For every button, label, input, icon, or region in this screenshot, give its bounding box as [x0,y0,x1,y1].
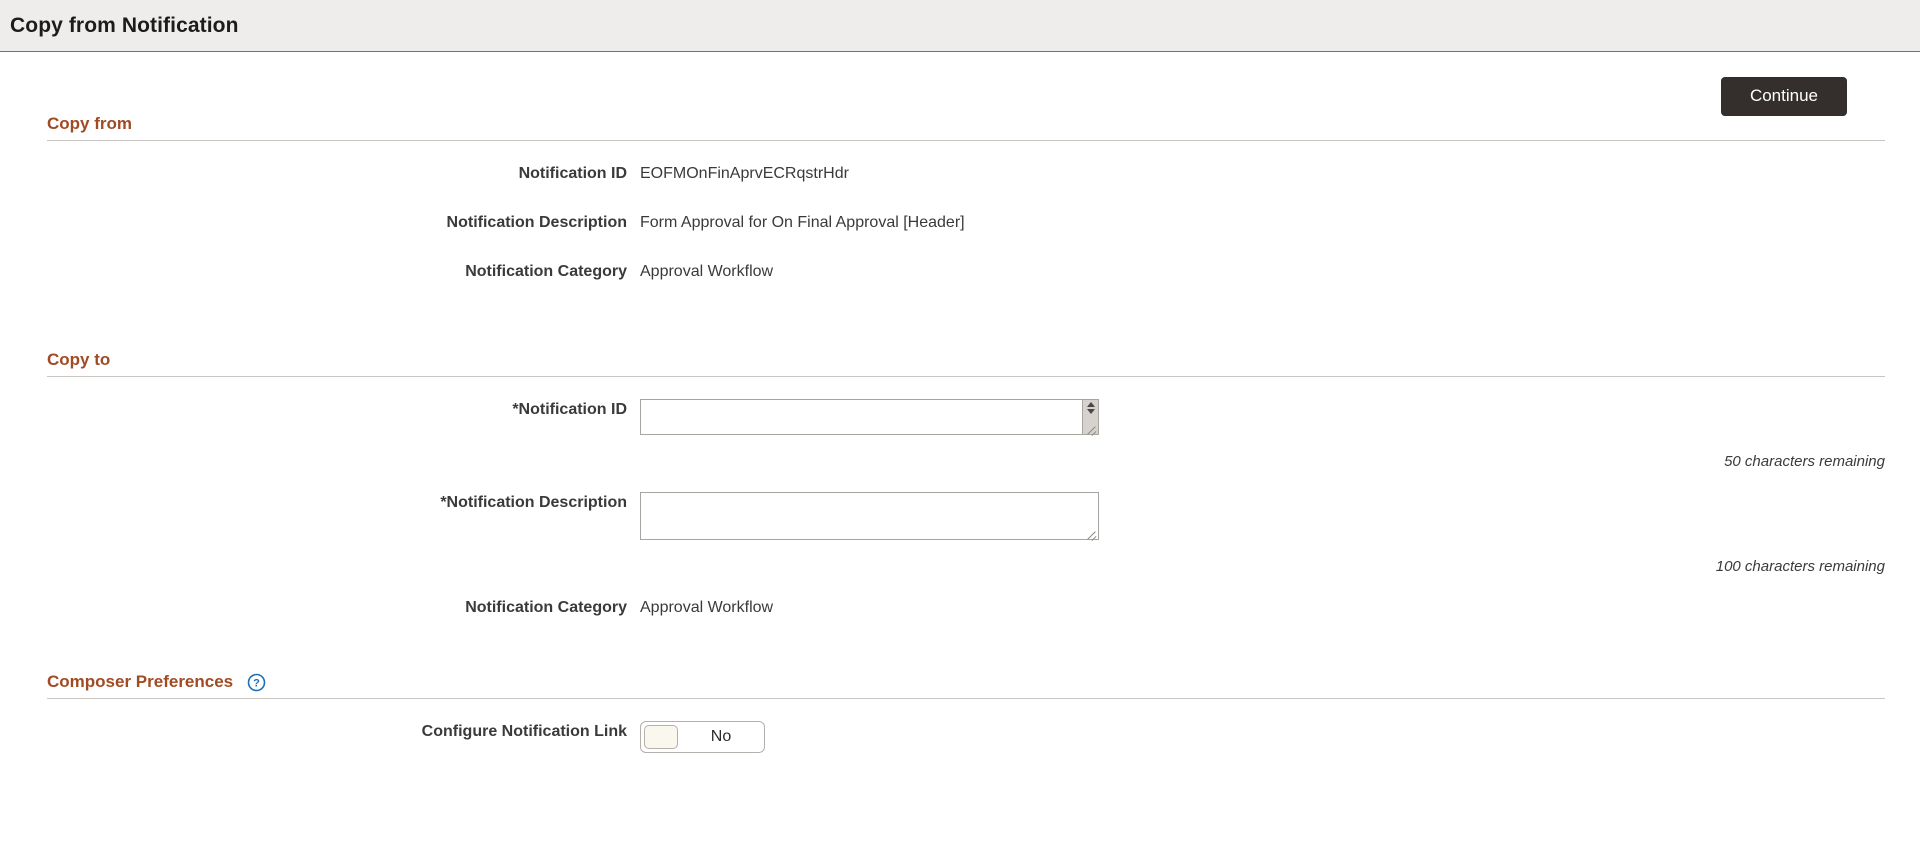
composer-preferences-header: Composer Preferences ? [47,672,1920,698]
notification-description-chars-remaining: 100 characters remaining [1715,558,1885,575]
copy-to-notification-description-label: *Notification Description [440,494,627,511]
notification-id-input-wrap [640,399,1099,435]
spinner-down-icon[interactable] [1086,409,1095,414]
configure-notification-link-label: Configure Notification Link [421,723,627,740]
copy-to-notification-id-control [640,399,1099,440]
notification-category-value: Approval Workflow [640,263,774,280]
notification-id-spinner[interactable] [1082,400,1098,434]
field-row-notification-id: Notification ID EOFMOnFinAprvECRqstrHdr [0,163,1920,185]
field-row-copy-to-notification-category: Notification Category Approval Workflow [0,597,1920,619]
copy-to-fields: *Notification ID 50 characters remaining… [0,399,1920,619]
field-row-configure-notification-link: Configure Notification Link No [0,721,1920,754]
copy-to-notification-description-control [640,492,1099,545]
copy-to-divider [47,376,1885,377]
notification-category-label: Notification Category [465,263,627,280]
section-spacer-2 [0,646,1920,672]
field-row-copy-to-notification-id: *Notification ID [0,399,1920,440]
help-circle-icon[interactable]: ? [247,673,266,692]
page-header: Copy from Notification [0,0,1920,52]
notification-id-input[interactable] [640,399,1099,435]
composer-preferences-divider [47,698,1885,699]
field-row-notification-description: Notification Description Form Approval f… [0,212,1920,234]
notification-description-value: Form Approval for On Final Approval [Hea… [640,214,965,231]
svg-text:?: ? [253,677,260,689]
copy-to-title: Copy to [47,350,111,369]
page-title: Copy from Notification [10,13,239,37]
toggle-state-label: No [710,728,732,745]
copy-from-fields: Notification ID EOFMOnFinAprvECRqstrHdr … [0,163,1920,283]
composer-preferences-group: Composer Preferences ? Configure Notific… [0,672,1920,754]
copy-from-group: Copy from Notification ID EOFMOnFinAprvE… [0,114,1920,283]
page-toolbar: Continue [1720,77,1847,116]
toggle-knob[interactable] [644,725,678,749]
section-spacer-1 [0,310,1920,350]
field-row-notification-category: Notification Category Approval Workflow [0,261,1920,283]
copy-to-notification-id-label: *Notification ID [512,401,627,418]
notification-id-value: EOFMOnFinAprvECRqstrHdr [640,165,849,182]
notification-description-input[interactable] [640,492,1099,540]
continue-button[interactable]: Continue [1720,77,1847,116]
configure-notification-link-control: No [640,721,765,754]
notification-id-chars-remaining: 50 characters remaining [1724,453,1885,470]
composer-preferences-fields: Configure Notification Link No [0,721,1920,754]
notification-description-input-wrap [640,492,1099,540]
field-row-copy-to-notification-description: *Notification Description [0,492,1920,545]
copy-from-title: Copy from [47,114,132,133]
notification-description-label: Notification Description [446,214,627,231]
copy-to-group: Copy to *Notification ID 50 characters r… [0,350,1920,619]
composer-preferences-title: Composer Preferences [47,672,234,691]
copy-from-header: Copy from [47,114,1920,140]
page-content: Continue Copy from Notification ID EOFMO… [0,52,1920,754]
copy-to-notification-category-value: Approval Workflow [640,599,774,616]
configure-notification-link-toggle[interactable]: No [640,721,765,753]
copy-to-notification-category-label: Notification Category [465,599,627,616]
copy-to-header: Copy to [47,350,1920,376]
notification-id-label: Notification ID [518,165,627,182]
spinner-up-icon[interactable] [1086,402,1095,407]
copy-from-divider [47,140,1885,141]
